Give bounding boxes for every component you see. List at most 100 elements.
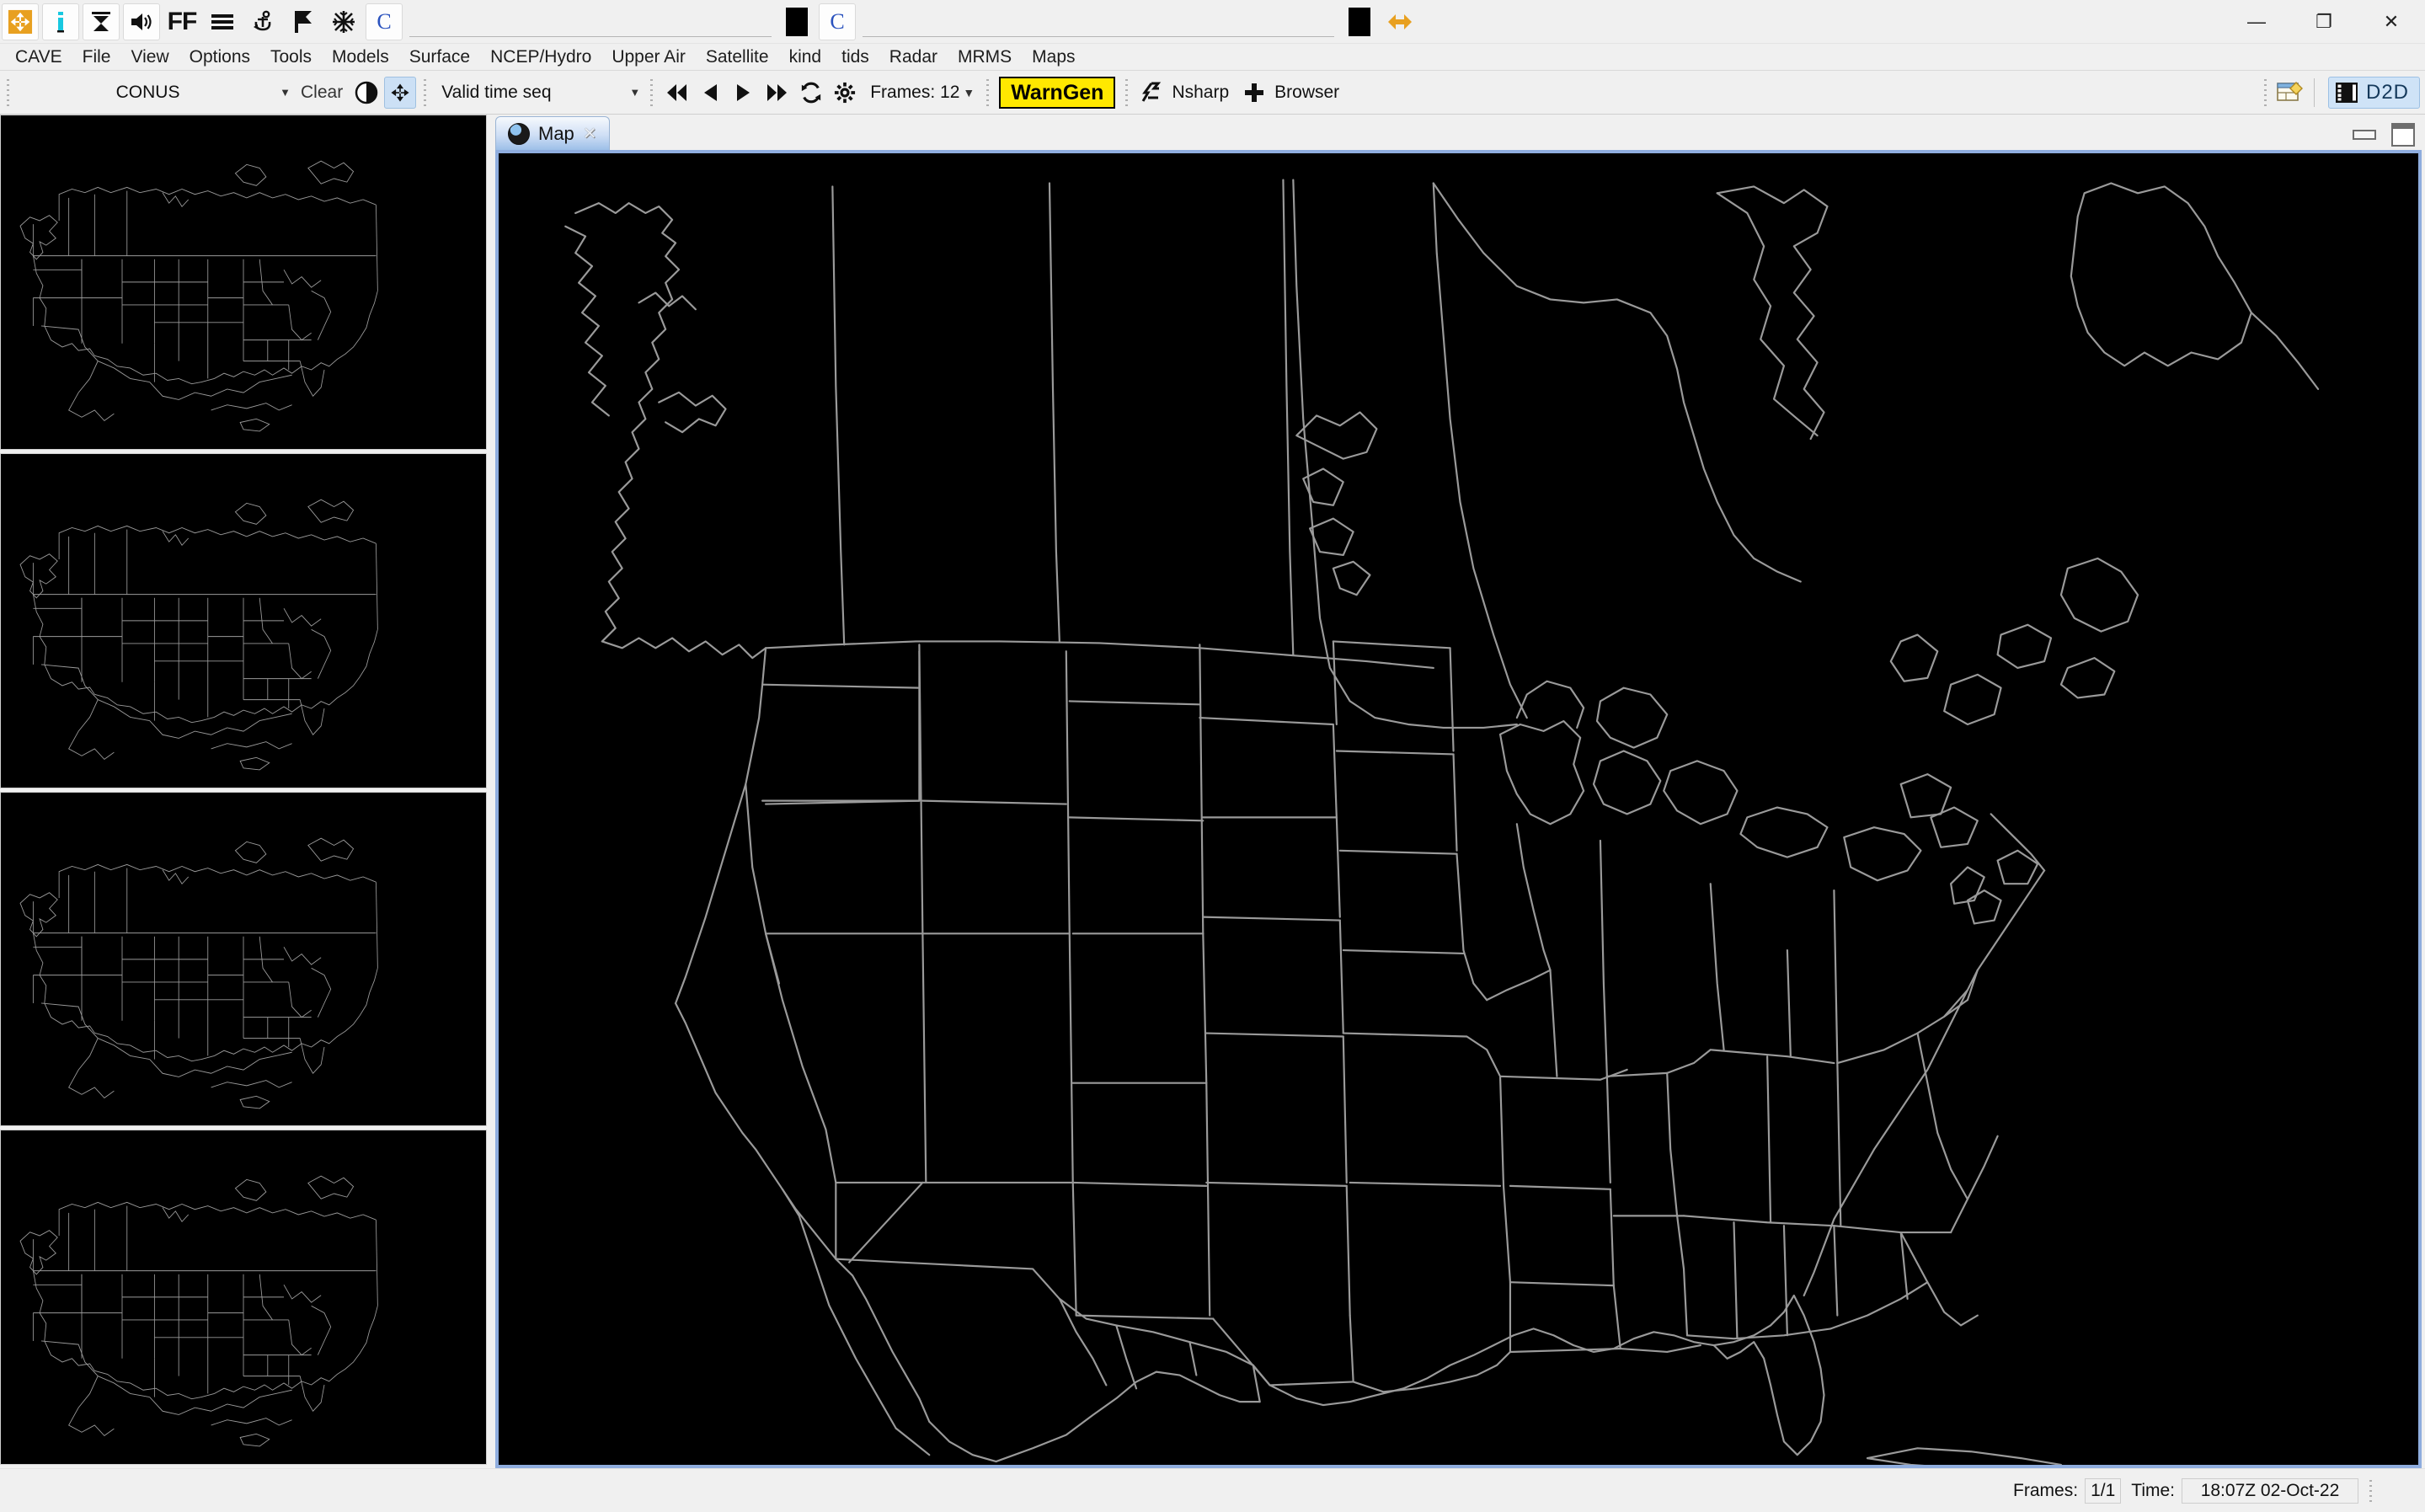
menu-item-view[interactable]: View bbox=[120, 45, 179, 70]
contrast-button[interactable] bbox=[350, 77, 382, 109]
panel-sash[interactable] bbox=[487, 115, 495, 1468]
c-mode-label-2: C bbox=[830, 8, 845, 34]
plus-icon[interactable] bbox=[1238, 77, 1270, 109]
window-close-button[interactable]: ✕ bbox=[2358, 0, 2425, 44]
frames-count-label: Frames: 12 bbox=[870, 82, 960, 102]
toolbar-text-field-2[interactable] bbox=[863, 6, 1334, 37]
list-lines-icon[interactable] bbox=[204, 3, 241, 40]
close-icon[interactable]: ✕ bbox=[583, 123, 597, 144]
swap-arrows-icon[interactable] bbox=[1381, 3, 1418, 40]
window-minimize-button[interactable]: — bbox=[2223, 0, 2290, 44]
secondary-toolbar: CONUS ▼ Clear Valid time seq ▼ Frames: 1… bbox=[0, 71, 2425, 115]
nsharp-button[interactable]: Nsharp bbox=[1168, 83, 1237, 103]
perspective-d2d-button[interactable]: D2D bbox=[2327, 77, 2420, 109]
c-mode-button[interactable]: C bbox=[366, 3, 403, 40]
next-frame-button[interactable] bbox=[728, 77, 760, 109]
toolbar-separator bbox=[2313, 78, 2315, 107]
status-time-value: 18:07Z 02-Oct-22 bbox=[2182, 1477, 2358, 1504]
menu-item-upper-air[interactable]: Upper Air bbox=[601, 45, 696, 70]
c-mode-label: C bbox=[377, 8, 392, 34]
menu-item-file[interactable]: File bbox=[72, 45, 121, 70]
info-icon[interactable] bbox=[42, 3, 79, 40]
toolbar-grip-2[interactable] bbox=[421, 77, 430, 108]
menu-item-cave[interactable]: CAVE bbox=[5, 45, 72, 70]
browser-button[interactable]: Browser bbox=[1271, 83, 1348, 103]
menu-item-tids[interactable]: tids bbox=[831, 45, 879, 70]
chevron-down-icon-scale: ▼ bbox=[280, 86, 291, 99]
top-toolbar-icon-group: FF C C bbox=[0, 0, 1420, 43]
menu-item-surface[interactable]: Surface bbox=[399, 45, 480, 70]
toolbar-grip-5[interactable] bbox=[1123, 77, 1131, 108]
status-bar-grip[interactable] bbox=[2367, 1477, 2374, 1504]
maximize-view-button[interactable] bbox=[2391, 123, 2415, 147]
tab-map[interactable]: Map ✕ bbox=[495, 116, 610, 150]
previous-frame-button[interactable] bbox=[694, 77, 726, 109]
menu-bar: CAVE File View Options Tools Models Surf… bbox=[0, 44, 2425, 71]
black-square-icon-2 bbox=[1349, 7, 1370, 36]
map-viewport[interactable] bbox=[495, 150, 2422, 1468]
first-frame-button[interactable] bbox=[660, 77, 692, 109]
perspective-label: D2D bbox=[2365, 81, 2409, 104]
zoom-fit-button[interactable] bbox=[384, 76, 417, 109]
menu-item-tools[interactable]: Tools bbox=[260, 45, 322, 70]
cave-application-window: FF C C — ❐ ✕ CAVE File View Options Tool… bbox=[0, 0, 2425, 1512]
clear-button[interactable]: Clear bbox=[294, 83, 350, 103]
thumbnail-pane-2[interactable] bbox=[0, 452, 487, 788]
tab-map-label: Map bbox=[538, 122, 574, 144]
thumbnail-pane-3[interactable] bbox=[0, 791, 487, 1127]
toolbar-text-field-1[interactable] bbox=[409, 6, 772, 37]
last-frame-button[interactable] bbox=[761, 77, 793, 109]
menu-item-ncep-hydro[interactable]: NCEP/Hydro bbox=[480, 45, 601, 70]
toolbar-grip-4[interactable] bbox=[984, 77, 992, 108]
toolbar-grip-3[interactable] bbox=[648, 77, 656, 108]
map-scale-combo[interactable]: CONUS ▼ bbox=[16, 77, 294, 108]
thumbnail-panel bbox=[0, 115, 487, 1468]
menu-item-maps[interactable]: Maps bbox=[1022, 45, 1085, 70]
chevron-down-icon-frames[interactable]: ▼ bbox=[963, 86, 975, 99]
hourglass-icon[interactable] bbox=[83, 3, 120, 40]
black-square-icon-1 bbox=[786, 7, 808, 36]
menu-item-options[interactable]: Options bbox=[179, 45, 260, 70]
ff-icon[interactable]: FF bbox=[163, 3, 200, 40]
toolbar-grip-6[interactable] bbox=[2261, 77, 2269, 108]
toolbar-right-group: D2D bbox=[2257, 71, 2420, 115]
menu-item-satellite[interactable]: Satellite bbox=[696, 45, 779, 70]
move-arrows-icon[interactable] bbox=[2, 3, 39, 40]
menu-item-radar[interactable]: Radar bbox=[879, 45, 948, 70]
flag-icon[interactable] bbox=[285, 3, 322, 40]
status-time-label: Time: bbox=[2131, 1480, 2175, 1500]
black-square-button-2[interactable] bbox=[1341, 3, 1378, 40]
main-body: Map ✕ bbox=[0, 115, 2425, 1468]
speaker-icon[interactable] bbox=[123, 3, 160, 40]
menu-item-mrms[interactable]: MRMS bbox=[948, 45, 1022, 70]
c-mode-button-2[interactable]: C bbox=[819, 3, 856, 40]
chevron-down-icon-time: ▼ bbox=[629, 86, 641, 99]
window-controls: — ❐ ✕ bbox=[2223, 0, 2425, 44]
time-mode-value: Valid time seq bbox=[441, 82, 552, 102]
menu-item-models[interactable]: Models bbox=[322, 45, 399, 70]
editor-tab-row: Map ✕ bbox=[495, 115, 2422, 150]
warngen-button[interactable]: WarnGen bbox=[999, 76, 1116, 109]
time-mode-combo[interactable]: Valid time seq ▼ bbox=[433, 77, 644, 108]
thumbnail-pane-4[interactable] bbox=[0, 1130, 487, 1465]
snowflake-icon[interactable] bbox=[325, 3, 362, 40]
editor-area: Map ✕ bbox=[495, 115, 2425, 1468]
frame-settings-button[interactable] bbox=[829, 77, 861, 109]
minimize-view-button[interactable] bbox=[2353, 130, 2376, 140]
top-toolbar: FF C C — ❐ ✕ bbox=[0, 0, 2425, 44]
anchor-icon[interactable] bbox=[244, 3, 281, 40]
thumbnail-pane-1[interactable] bbox=[0, 115, 487, 450]
map-scale-value: CONUS bbox=[115, 82, 180, 102]
globe-icon bbox=[508, 122, 530, 145]
black-square-button-1[interactable] bbox=[778, 3, 815, 40]
window-maximize-button[interactable]: ❐ bbox=[2290, 0, 2358, 44]
toolbar-grip-1[interactable] bbox=[4, 77, 12, 108]
loop-button[interactable] bbox=[795, 77, 827, 109]
new-window-icon[interactable] bbox=[2274, 77, 2306, 109]
status-bar: Frames: 1/1 Time: 18:07Z 02-Oct-22 bbox=[0, 1468, 2425, 1512]
menu-item-kind[interactable]: kind bbox=[779, 45, 832, 70]
editor-view-controls bbox=[2353, 123, 2415, 147]
status-frames-label: Frames: bbox=[2013, 1480, 2079, 1500]
status-frames-value: 1/1 bbox=[2085, 1477, 2122, 1504]
nsharp-icon[interactable] bbox=[1135, 77, 1167, 109]
